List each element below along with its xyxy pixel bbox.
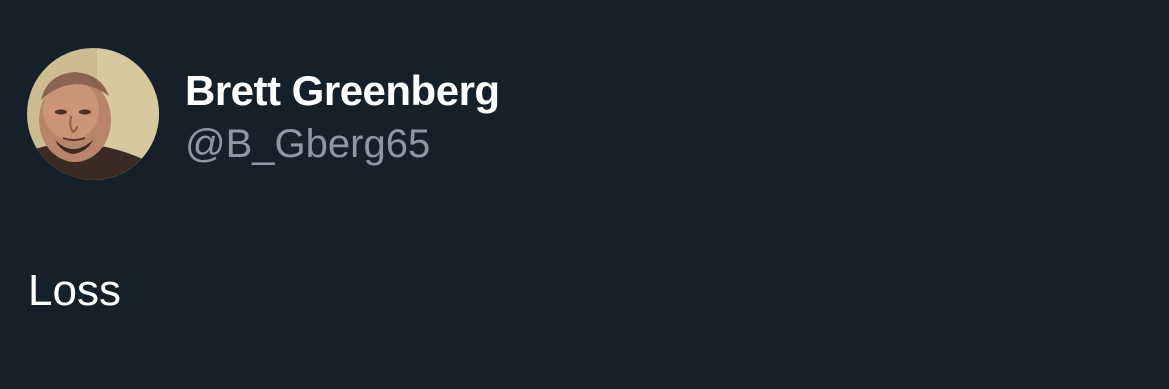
avatar-photo	[27, 48, 159, 180]
user-handle[interactable]: @B_Gberg65	[185, 120, 430, 168]
avatar[interactable]	[27, 48, 159, 180]
tweet-text: Loss	[28, 266, 121, 315]
tweet-card: Brett Greenberg @B_Gberg65 Loss	[0, 0, 1169, 389]
display-name[interactable]: Brett Greenberg	[185, 66, 500, 116]
